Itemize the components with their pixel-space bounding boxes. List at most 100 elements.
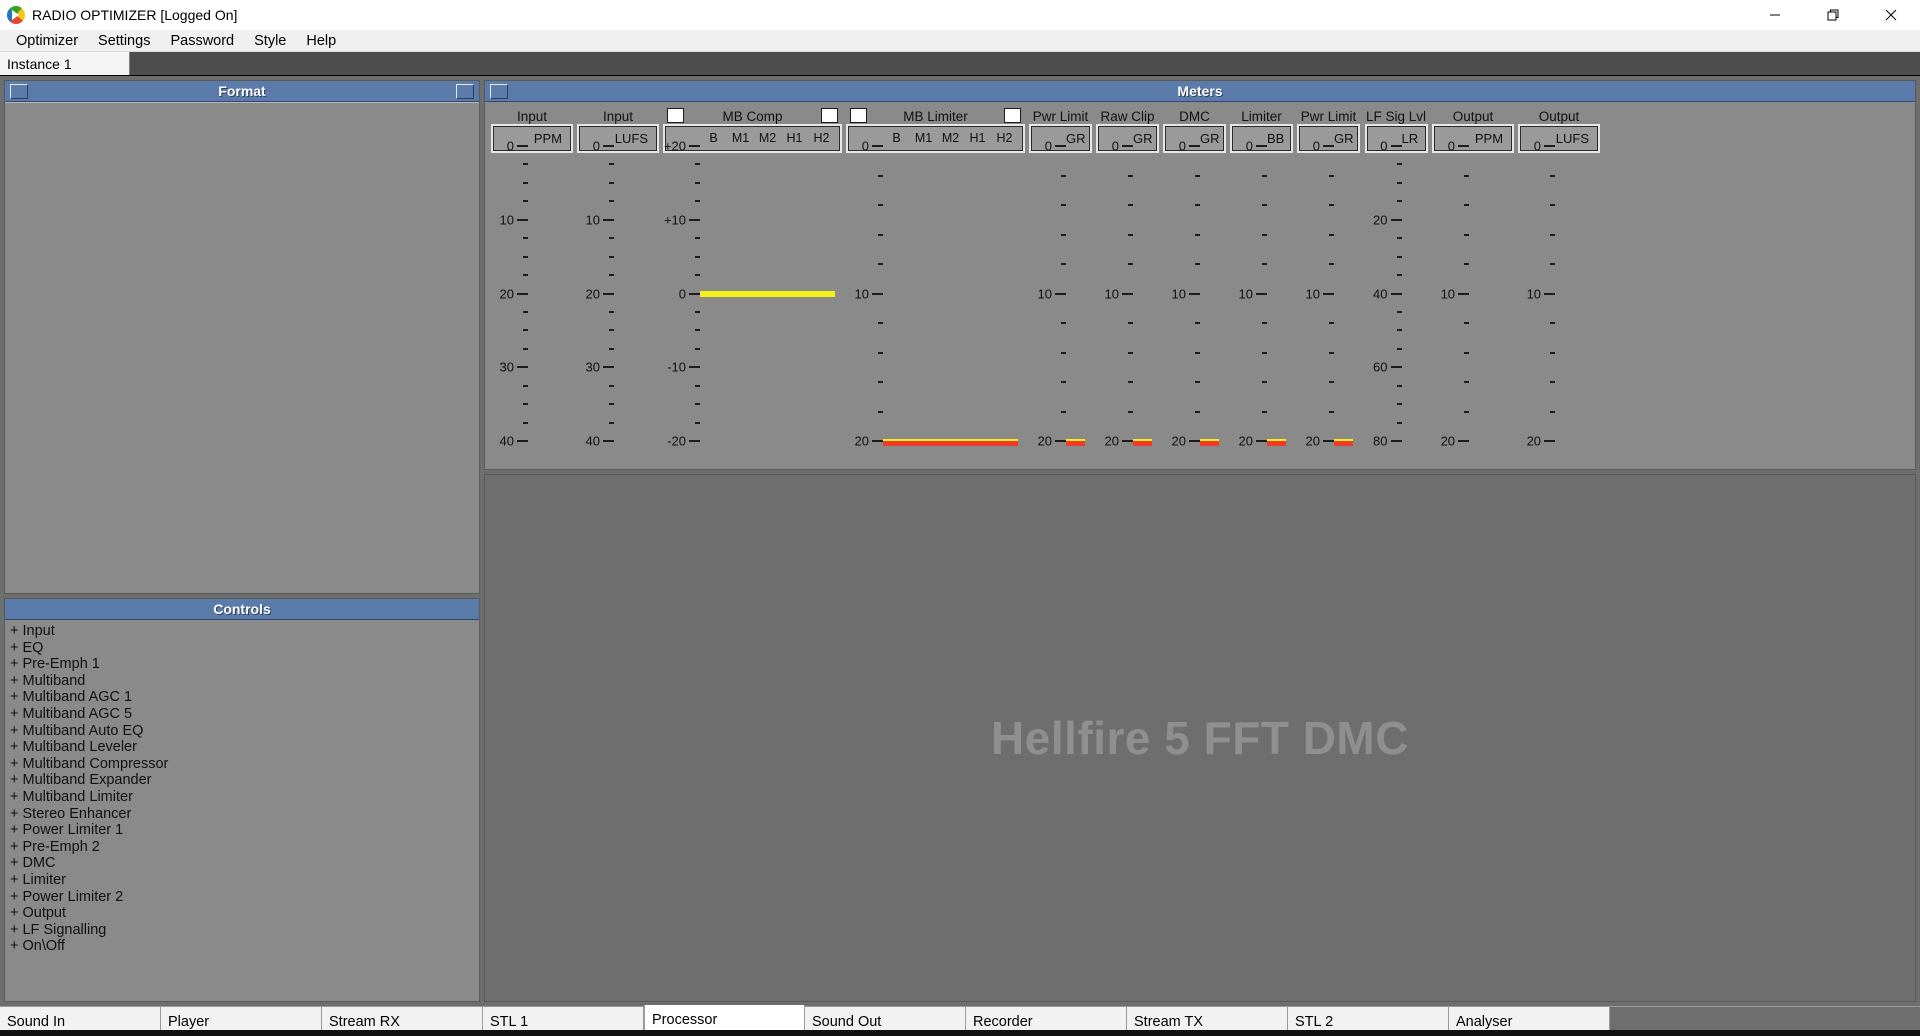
control-list-item[interactable]: + EQ [7,640,479,657]
band-label: H2 [813,131,830,145]
control-list-item[interactable]: + Multiband Leveler [7,739,479,756]
control-list-item[interactable]: + Output [7,905,479,922]
scale-minor-tick [523,310,528,313]
control-list-item[interactable]: + Limiter [7,872,479,889]
scale-minor-tick [1128,174,1133,177]
band-label: M2 [941,131,960,145]
band-labels: B M1 M2 H1 H2 [883,131,1018,145]
format-panel: Format [4,80,480,594]
meter-checkbox-left[interactable] [850,108,867,123]
control-list-item[interactable]: + DMC [7,855,479,872]
meter-name-label: Input [516,108,548,124]
scale-minor-tick [523,403,528,406]
meter-frame[interactable]: LUFS 0 10 20 30 40 [579,126,657,449]
meter-bar-peak [883,439,910,441]
format-collapse-box[interactable] [10,84,28,99]
meter-frame[interactable]: BB 0 10 20 [1232,126,1291,449]
scale-minor-tick [695,310,700,313]
scale-label: 40 [585,433,600,449]
control-list-item[interactable]: + Multiband Compressor [7,756,479,773]
control-list-item[interactable]: + Multiband AGC 1 [7,689,479,706]
control-list-item[interactable]: + Pre-Emph 2 [7,839,479,856]
control-list-item[interactable]: + Multiband Auto EQ [7,723,479,740]
instance-tab-1[interactable]: Instance 1 [0,52,130,75]
scale-minor-tick [1262,263,1267,265]
scale-minor-tick [695,403,700,406]
control-list-item[interactable]: + Multiband Limiter [7,789,479,806]
meter-frame[interactable]: GR 0 10 20 [1031,126,1090,449]
scale-minor-tick [695,274,700,277]
menu-item-password[interactable]: Password [160,30,244,52]
scale-minor-tick [1464,263,1470,265]
scale-minor-tick [609,200,614,203]
scale-label: 30 [585,359,600,375]
scale-label: +10 [663,212,686,228]
scale-minor-tick [523,237,528,240]
meter-frame[interactable]: LUFS 0 10 20 [1520,126,1599,449]
control-list-item[interactable]: + Multiband Expander [7,772,479,789]
scale-minor-tick [1464,381,1470,383]
scale-minor-tick [1195,204,1200,206]
control-list-item[interactable]: + Power Limiter 1 [7,822,479,839]
menu-item-settings[interactable]: Settings [88,30,160,52]
meter-frame[interactable]: PPM 0 10 20 [1434,126,1513,449]
meter-frame[interactable]: LR 0 20 40 60 80 [1366,126,1426,449]
meter-column: Pwr Limit GR 0 10 20 [1299,106,1358,449]
meter-header: Limiter [1232,106,1291,126]
close-icon[interactable] [1862,0,1920,30]
scale-minor-tick [609,163,614,166]
meter-frame[interactable]: GR 0 10 20 [1299,126,1358,449]
scale-minor-tick [1195,233,1200,236]
scale-label: 10 [1238,286,1253,301]
meter-checkbox-left[interactable] [667,108,684,123]
scale-minor-tick [1329,381,1334,383]
scale-label: 20 [1104,433,1119,449]
scale-minor-tick [1195,410,1200,413]
bottom-tab-label: Stream RX [329,1013,400,1030]
scale-label: 80 [1373,433,1388,449]
meter-column: Input LUFS 0 10 20 30 40 [579,106,657,449]
scale-major-tick [689,145,700,147]
control-list-item[interactable]: + Power Limiter 2 [7,889,479,906]
meter-frame[interactable]: GR 0 10 20 [1165,126,1224,449]
scale-label: +20 [663,138,686,154]
meter-bar-fill [991,441,1018,446]
control-list-item[interactable]: + Multiband AGC 5 [7,706,479,723]
control-list-item[interactable]: + On\Off [7,938,479,955]
meter-bar-fill [727,290,754,297]
scale-major-tick [603,366,614,369]
scale-minor-tick [1128,322,1133,324]
control-list-item[interactable]: + LF Signalling [7,922,479,939]
control-list-item[interactable]: + Multiband [7,673,479,690]
meter-name-label: Input [602,108,634,124]
scale-major-tick [517,440,528,442]
meter-unit-label: BB [1267,130,1285,146]
control-list-item[interactable]: + Pre-Emph 1 [7,656,479,673]
format-menu-box[interactable] [456,84,474,99]
scale-minor-tick [1061,351,1066,354]
meter-band-row: GR [1304,130,1354,146]
meter-checkbox-right[interactable] [821,108,838,123]
meter-name-label: LF Sig Lvl [1366,108,1427,124]
meter-frame[interactable]: B M1 M2 H1 H2 +20 +10 0 -10 -20 [663,126,840,449]
scale-minor-tick [1061,381,1066,383]
maximize-icon[interactable] [1804,0,1862,30]
scale-major-tick [1458,292,1470,295]
meter-frame[interactable]: B M1 M2 H1 H2 0 10 20 [848,126,1023,449]
meter-frame[interactable]: GR 0 10 20 [1098,126,1157,449]
meter-checkbox-right[interactable] [1004,108,1021,123]
control-list-item[interactable]: + Input [7,623,479,640]
controls-panel-caption: Controls [5,599,479,620]
scale-minor-tick [1128,263,1133,265]
menubar: Optimizer Settings Password Style Help [0,30,1920,52]
minimize-icon[interactable] [1746,0,1804,30]
meters-collapse-box[interactable] [490,84,508,99]
scale-label: 0 [1380,138,1388,154]
menu-item-help[interactable]: Help [296,30,346,52]
menu-item-optimizer[interactable]: Optimizer [6,30,88,52]
meter-frame[interactable]: PPM 0 10 20 30 40 [493,126,571,449]
menu-item-style[interactable]: Style [244,30,296,52]
scale-minor-tick [1128,381,1133,383]
control-list-item[interactable]: + Stereo Enhancer [7,806,479,823]
meter-bar-fill [1267,441,1286,446]
